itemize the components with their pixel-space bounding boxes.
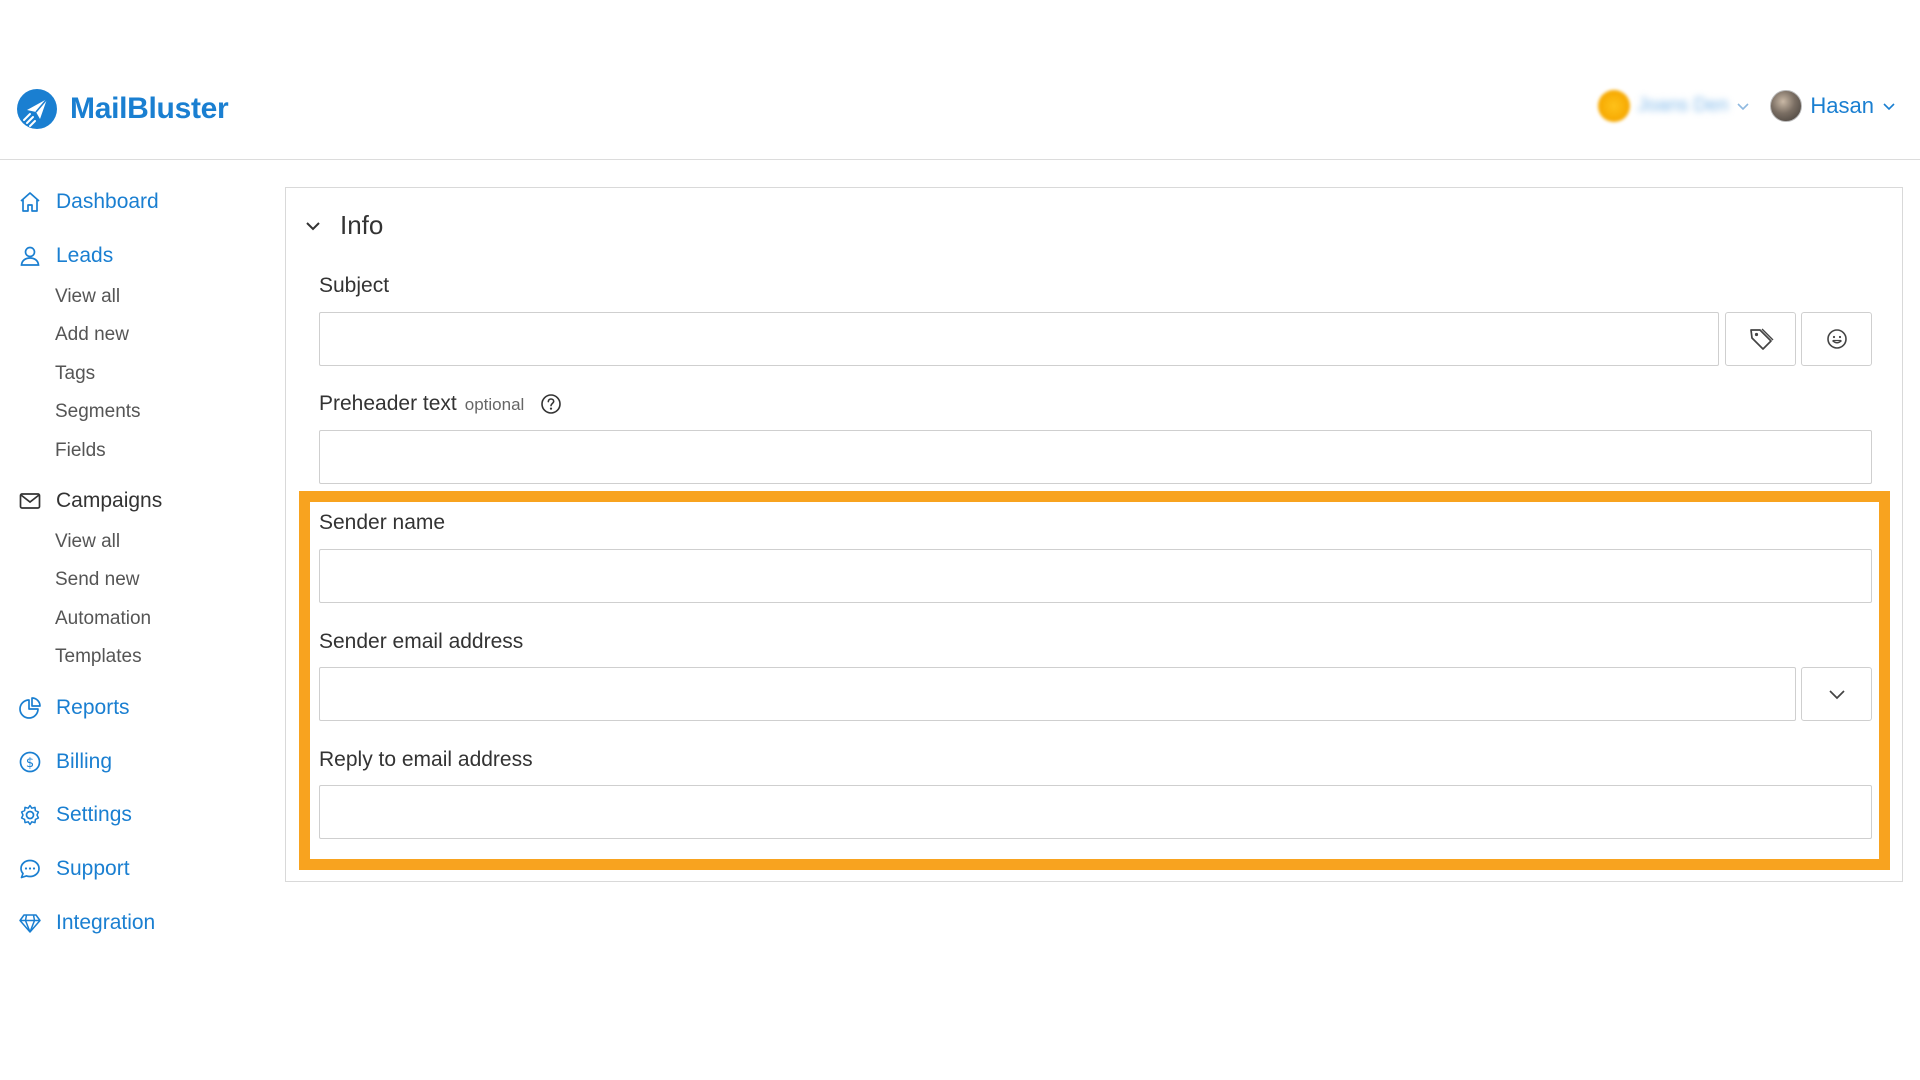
diamond-icon	[19, 914, 41, 933]
sidebar-item-label: Integration	[56, 911, 156, 934]
sidebar-item-label: Leads	[56, 244, 114, 267]
sidebar-item-dashboard[interactable]: Dashboard	[18, 190, 159, 214]
sidebar-subitem-segments[interactable]: Segments	[55, 401, 141, 423]
paper-plane-logo-icon	[17, 89, 57, 129]
dollar-circle-icon: $	[19, 751, 41, 773]
personalization-tag-button[interactable]	[1725, 312, 1796, 366]
chevron-down-icon	[1883, 103, 1895, 111]
sidebar-subitem-leads-view-all[interactable]: View all	[55, 286, 120, 308]
campaign-info-card: Info Subject Preheader text optional Send…	[285, 187, 1903, 882]
sidebar-item-reports[interactable]: Reports	[18, 696, 130, 720]
sender-email-input[interactable]	[320, 668, 1795, 720]
user-name: Hasan	[1810, 93, 1874, 118]
optional-hint: optional	[464, 395, 525, 414]
emoji-button[interactable]	[1801, 312, 1872, 366]
preheader-label-text: Preheader text	[319, 392, 457, 415]
preheader-input[interactable]	[320, 431, 1871, 483]
sidebar-item-settings[interactable]: Settings	[18, 803, 132, 827]
sidebar-item-label: Support	[56, 857, 130, 880]
sender-name-field-wrapper	[319, 549, 1872, 603]
sidebar-item-campaigns[interactable]: Campaigns	[18, 489, 162, 513]
chevron-down-icon	[1737, 103, 1749, 111]
preheader-field-wrapper	[319, 430, 1872, 484]
smiley-icon	[1826, 329, 1847, 349]
sidebar-subitem-campaigns-view-all[interactable]: View all	[55, 531, 120, 553]
help-circle-icon[interactable]	[540, 393, 562, 415]
sidebar-item-label: Dashboard	[56, 190, 159, 213]
user-menu[interactable]: Hasan	[1770, 90, 1896, 122]
preheader-label: Preheader text optional	[319, 392, 562, 416]
sender-email-dropdown-button[interactable]	[1801, 667, 1872, 721]
sender-name-input[interactable]	[320, 550, 1871, 602]
sidebar-item-label: Campaigns	[56, 489, 163, 512]
account-area: Joans Den Hasan	[1597, 90, 1896, 122]
sidebar-item-label: Reports	[56, 696, 130, 719]
pie-chart-icon	[19, 697, 41, 719]
chevron-down-icon	[306, 221, 320, 230]
sender-email-label: Sender email address	[319, 630, 524, 653]
user-icon	[20, 246, 40, 266]
sidebar-subitem-leads-add-new[interactable]: Add new	[55, 324, 129, 346]
sidebar-item-label: Settings	[56, 803, 132, 826]
organization-avatar	[1597, 90, 1630, 122]
section-title: Info	[340, 210, 384, 240]
reply-to-field-wrapper	[319, 785, 1872, 839]
subject-input[interactable]	[320, 313, 1718, 365]
sidebar-subitem-tags[interactable]: Tags	[55, 363, 95, 385]
reply-to-input[interactable]	[320, 786, 1871, 838]
sidebar-subitem-automation[interactable]: Automation	[55, 608, 151, 630]
brand-logo[interactable]: MailBluster	[16, 88, 229, 130]
sidebar-item-support[interactable]: Support	[18, 857, 130, 881]
subject-field-wrapper	[319, 312, 1719, 366]
sidebar-item-billing[interactable]: $ Billing	[18, 750, 112, 774]
sender-email-field-wrapper	[319, 667, 1796, 721]
sidebar-item-integration[interactable]: Integration	[18, 911, 155, 935]
subject-label: Subject	[319, 274, 390, 297]
sidebar-item-leads[interactable]: Leads	[18, 244, 113, 268]
chat-bubble-icon	[20, 859, 40, 879]
sidebar-subitem-templates[interactable]: Templates	[55, 646, 142, 668]
reply-to-label: Reply to email address	[319, 748, 533, 771]
user-avatar	[1770, 90, 1803, 122]
chevron-down-icon	[1828, 690, 1845, 700]
organization-switcher[interactable]: Joans Den	[1597, 90, 1751, 122]
top-header: MailBluster Joans Den Hasan	[0, 0, 1920, 160]
sidebar-subitem-send-new[interactable]: Send new	[55, 569, 140, 591]
organization-name: Joans Den	[1637, 95, 1729, 116]
home-icon	[20, 192, 40, 212]
envelope-icon	[19, 493, 41, 509]
sidebar-subitem-fields[interactable]: Fields	[55, 440, 106, 462]
tag-icon	[1749, 328, 1773, 350]
gear-icon	[20, 804, 40, 826]
sender-name-label: Sender name	[319, 511, 446, 534]
brand-name: MailBluster	[70, 92, 229, 125]
info-section-toggle[interactable]: Info	[304, 210, 383, 241]
svg-text:$: $	[26, 756, 34, 771]
sidebar-item-label: Billing	[56, 750, 113, 773]
